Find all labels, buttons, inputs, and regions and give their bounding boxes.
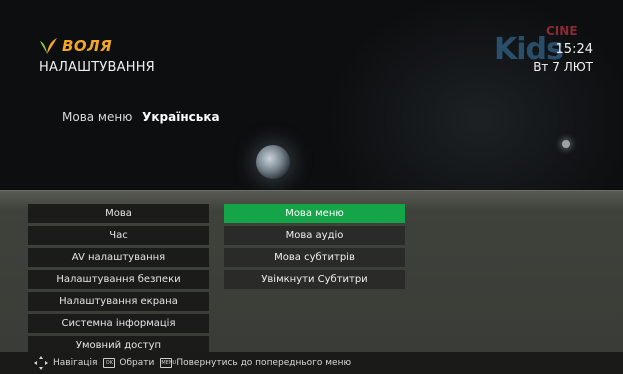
sub-menu-item-menu-language[interactable]: Мова меню xyxy=(224,204,405,223)
page-title: НАЛАШТУВАННЯ xyxy=(39,60,155,75)
main-menu-item-time[interactable]: Час xyxy=(28,226,209,245)
main-menu-item-screen-settings[interactable]: Налаштування екрана xyxy=(28,292,209,311)
main-menu: Мова Час AV налаштування Налаштування бе… xyxy=(28,204,209,358)
brand-name: ВОЛЯ xyxy=(62,37,113,55)
main-menu-item-system-info[interactable]: Системна інформація xyxy=(28,314,209,333)
main-menu-item-av-settings[interactable]: AV налаштування xyxy=(28,248,209,267)
header-area: ВОЛЯ НАЛАШТУВАННЯ CINE Kids 15:24 Вт 7 Л… xyxy=(0,0,623,190)
footer-hints: Навігація OK Обрати MENU Повернутись до … xyxy=(0,352,623,374)
clock-date: Вт 7 ЛЮТ xyxy=(533,60,593,74)
leaf-logo-icon xyxy=(38,37,58,55)
dpad-arrows-icon xyxy=(34,356,48,370)
menu-key-icon: MENU xyxy=(160,358,177,368)
current-setting: Мова меню Українська xyxy=(62,110,220,124)
sub-menu-item-enable-subtitles[interactable]: Увімкнути Субтитри xyxy=(224,270,405,289)
current-setting-label: Мова меню xyxy=(62,110,133,124)
current-setting-value: Українська xyxy=(142,110,220,124)
sub-menu-item-audio-language[interactable]: Мова аудіо xyxy=(224,226,405,245)
brand-logo: ВОЛЯ xyxy=(38,37,112,55)
sub-menu: Мова меню Мова аудіо Мова субтитрів Увім… xyxy=(224,204,405,292)
sub-menu-item-subtitle-language[interactable]: Мова субтитрів xyxy=(224,248,405,267)
main-menu-item-security-settings[interactable]: Налаштування безпеки xyxy=(28,270,209,289)
light-dot-graphic xyxy=(562,140,570,148)
moon-graphic xyxy=(256,145,290,179)
hint-back: Повернутись до попереднього меню xyxy=(176,358,352,368)
main-menu-item-language[interactable]: Мова xyxy=(28,204,209,223)
hint-select: Обрати xyxy=(119,358,155,368)
clock-time: 15:24 xyxy=(555,42,593,57)
ok-key-icon: OK xyxy=(103,358,116,368)
hint-navigation: Навігація xyxy=(53,358,98,368)
